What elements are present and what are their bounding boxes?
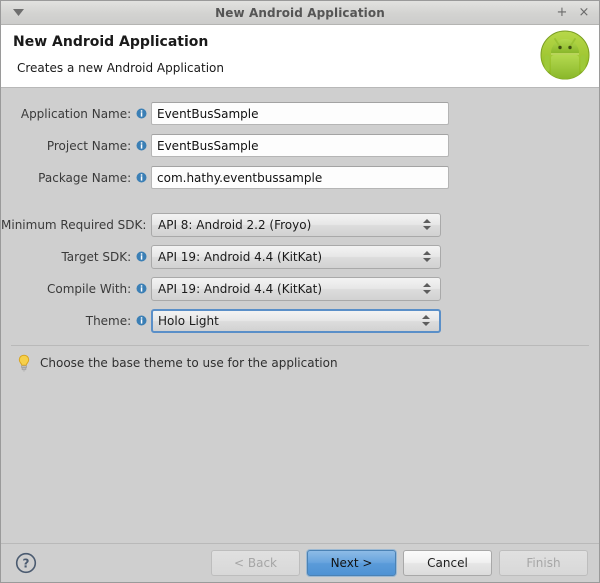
label-theme: Theme: [1,314,148,328]
application-name-input[interactable] [151,102,449,125]
svg-text:?: ? [23,556,30,570]
label-project-name-text: Project Name: [46,138,132,153]
window-title: New Android Application [215,5,385,20]
cancel-button[interactable]: Cancel [403,550,492,576]
field-row-compile-with: Compile With: API 19: Android 4.4 (KitKa… [1,276,599,301]
info-icon[interactable] [136,283,147,294]
hint-text: Choose the base theme to use for the app… [40,356,338,370]
label-target-sdk-text: Target SDK: [61,249,132,264]
minimum-required-sdk-value: API 8: Android 2.2 (Froyo) [158,217,312,232]
window-titlebar[interactable]: New Android Application + × [1,1,599,25]
dialog-body: Application Name: Project Name: [1,88,599,520]
label-package-name-text: Package Name: [38,170,132,185]
info-icon[interactable] [136,315,147,326]
label-project-name: Project Name: [1,139,148,153]
label-package-name: Package Name: [1,171,148,185]
hint-message: Choose the base theme to use for the app… [1,346,599,372]
label-compile-with: Compile With: [1,282,148,296]
window-controls: + × [551,1,595,24]
close-icon[interactable]: × [573,2,595,24]
spinner-arrows-icon[interactable] [423,214,431,236]
android-robot-icon [539,29,591,81]
dialog-header: New Android Application Creates a new An… [1,25,599,88]
lightbulb-icon [17,354,31,372]
field-row-target-sdk: Target SDK: API 19: Android 4.4 (KitKat) [1,244,599,269]
theme-value: Holo Light [158,313,219,328]
back-button[interactable]: < Back [211,550,300,576]
label-application-name: Application Name: [1,107,148,121]
info-icon[interactable] [136,172,147,183]
field-row-application-name: Application Name: [1,102,599,125]
page-subtitle: Creates a new Android Application [17,61,224,75]
page-title: New Android Application [13,34,209,50]
window-menu-caret-icon[interactable] [1,1,35,24]
compile-with-value: API 19: Android 4.4 (KitKat) [158,281,323,296]
package-name-input[interactable] [151,166,449,189]
label-minimum-required-sdk-text: Minimum Required SDK: [1,217,147,232]
spinner-arrows-icon[interactable] [423,246,431,268]
info-icon[interactable] [136,140,147,151]
label-application-name-text: Application Name: [20,106,132,121]
theme-select[interactable]: Holo Light [151,308,441,333]
label-target-sdk: Target SDK: [1,250,148,264]
field-row-project-name: Project Name: [1,134,599,157]
dialog-footer: ? < Back Next > Cancel Finish [1,544,599,582]
field-row-minimum-required-sdk: Minimum Required SDK: API 8: Android 2.2… [1,212,599,237]
spinner-arrows-icon[interactable] [422,311,430,331]
field-row-package-name: Package Name: [1,166,599,189]
info-icon[interactable] [136,251,147,262]
field-row-theme: Theme: Holo Light [1,308,599,333]
info-icon[interactable] [136,108,147,119]
finish-button[interactable]: Finish [499,550,588,576]
spinner-arrows-icon[interactable] [423,278,431,300]
project-name-input[interactable] [151,134,449,157]
label-theme-text: Theme: [85,313,132,328]
target-sdk-value: API 19: Android 4.4 (KitKat) [158,249,323,264]
help-question-icon[interactable]: ? [15,552,37,574]
label-minimum-required-sdk: Minimum Required SDK: [1,217,162,232]
new-android-application-dialog: New Android Application + × New Android … [0,0,600,583]
compile-with-select[interactable]: API 19: Android 4.4 (KitKat) [151,276,441,301]
minimum-required-sdk-select[interactable]: API 8: Android 2.2 (Froyo) [151,212,441,237]
footer-button-group: < Back Next > Cancel Finish [211,550,588,576]
next-button[interactable]: Next > [307,550,396,576]
target-sdk-select[interactable]: API 19: Android 4.4 (KitKat) [151,244,441,269]
maximize-icon[interactable]: + [551,2,573,24]
label-compile-with-text: Compile With: [46,281,132,296]
